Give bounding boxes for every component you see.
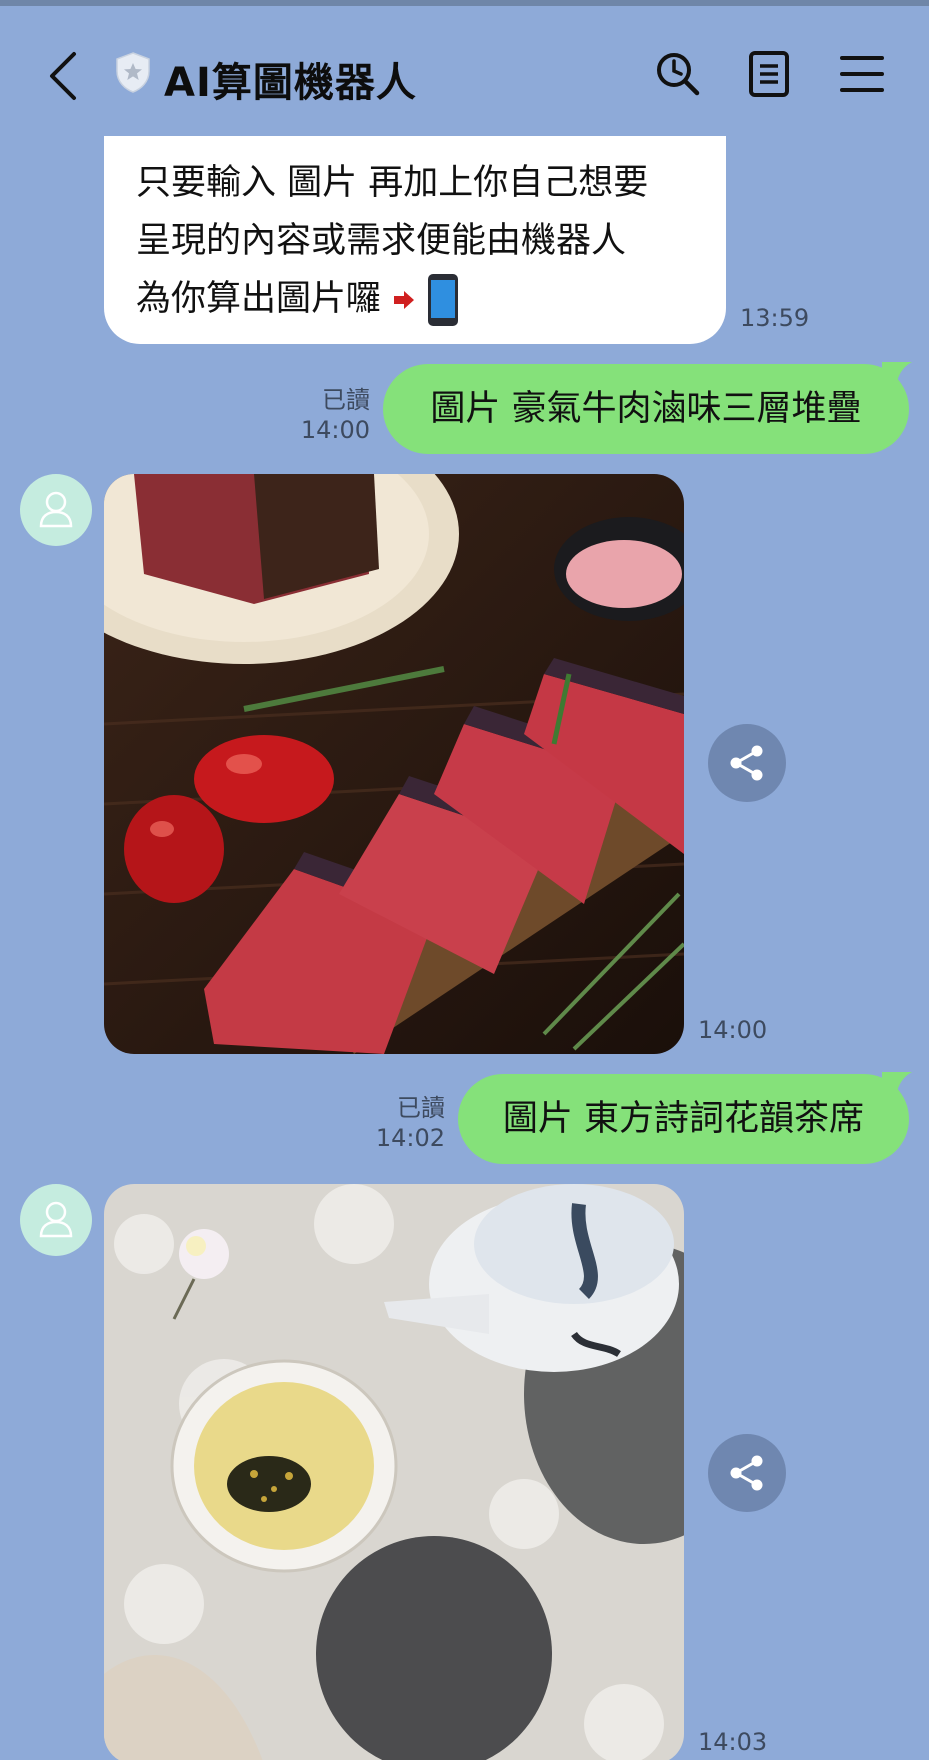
message-timestamp: 14:03 bbox=[698, 1728, 768, 1756]
share-icon bbox=[730, 1455, 763, 1491]
bot-text-line: 呈現的內容或需求便能由機器人 bbox=[136, 221, 627, 261]
shield-icon bbox=[116, 52, 150, 93]
chat-title: AI算圖機器人 bbox=[164, 60, 417, 106]
mobile-phone-icon bbox=[428, 274, 459, 326]
bot-text-bubble[interactable]: 只要輸入 圖片 再加上你自己想要 呈現的內容或需求便能由機器人 為你算出圖片囉 bbox=[104, 136, 726, 344]
menu-icon[interactable] bbox=[838, 50, 886, 98]
search-icon[interactable] bbox=[654, 50, 702, 98]
bubble-tail bbox=[882, 1072, 912, 1096]
bot-text-line: 只要輸入 圖片 再加上你自己想要 bbox=[136, 163, 649, 203]
share-icon bbox=[730, 745, 763, 781]
share-button[interactable] bbox=[708, 724, 786, 802]
arrow-right-icon bbox=[394, 291, 415, 309]
notes-icon[interactable] bbox=[745, 50, 793, 98]
message-timestamp: 14:02 bbox=[375, 1124, 445, 1152]
user-message-bubble[interactable]: 圖片 東方詩詞花韻茶席 bbox=[458, 1074, 909, 1164]
user-message-bubble[interactable]: 圖片 豪氣牛肉滷味三層堆疊 bbox=[383, 364, 909, 454]
bot-text-line: 為你算出圖片囉 bbox=[136, 270, 459, 327]
chat-header: AI算圖機器人 bbox=[0, 6, 929, 136]
share-button[interactable] bbox=[708, 1434, 786, 1512]
message-timestamp: 14:00 bbox=[698, 1016, 768, 1044]
user-icon bbox=[39, 1201, 73, 1238]
bubble-tail bbox=[882, 362, 912, 386]
bot-text-line-content: 為你算出圖片囉 bbox=[136, 279, 382, 319]
message-timestamp: 14:00 bbox=[300, 416, 370, 444]
generated-image-beef[interactable] bbox=[104, 474, 684, 1054]
back-arrow-icon[interactable] bbox=[44, 46, 84, 106]
read-receipt: 已讀 bbox=[397, 1094, 445, 1122]
avatar[interactable] bbox=[20, 474, 92, 546]
user-icon bbox=[39, 491, 73, 528]
message-timestamp: 13:59 bbox=[740, 304, 810, 332]
generated-image-tea[interactable] bbox=[104, 1184, 684, 1760]
message-list[interactable]: 只要輸入 圖片 再加上你自己想要 呈現的內容或需求便能由機器人 為你算出圖片囉 … bbox=[0, 136, 929, 1760]
avatar[interactable] bbox=[20, 1184, 92, 1256]
read-receipt: 已讀 bbox=[322, 386, 370, 414]
